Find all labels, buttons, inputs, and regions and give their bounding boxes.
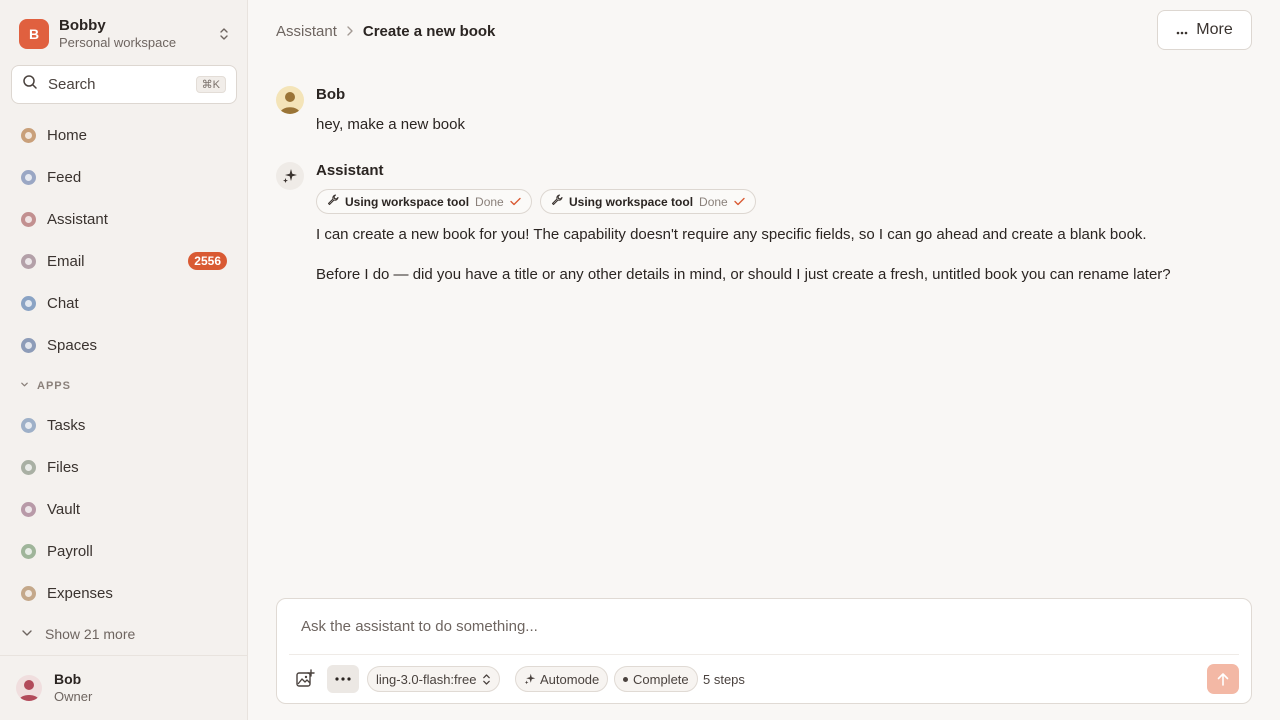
automode-label: Automode xyxy=(540,671,600,687)
arrow-up-icon xyxy=(1217,672,1229,686)
wrench-icon xyxy=(551,194,563,209)
status-dot-icon xyxy=(623,676,628,682)
workspace-name: Bobby xyxy=(59,17,106,35)
assistant-message-paragraph: Before I do — did you have a title or an… xyxy=(316,266,1171,283)
user-avatar xyxy=(16,675,42,701)
tool-call-status: Done xyxy=(475,194,504,209)
sidebar: B Bobby Personal workspace Search ⌘K Hom… xyxy=(0,0,248,720)
files-icon xyxy=(21,459,36,475)
user-message-author: Bob xyxy=(316,86,346,103)
sidebar-item-label: Chat xyxy=(47,294,79,312)
chevron-up-down-icon[interactable] xyxy=(217,25,231,43)
sidebar-item-label: Assistant xyxy=(47,210,108,228)
chat-icon xyxy=(21,295,36,311)
apps-section-label: APPS xyxy=(37,380,71,392)
sidebar-item-home[interactable]: Home xyxy=(12,118,236,152)
sparkle-icon xyxy=(276,162,304,190)
more-options-icon[interactable] xyxy=(327,665,359,693)
feed-icon xyxy=(21,169,36,185)
search-input[interactable]: Search ⌘K xyxy=(11,65,237,104)
search-label: Search xyxy=(48,76,96,93)
sidebar-item-label: Expenses xyxy=(47,584,113,602)
payroll-icon xyxy=(21,543,36,559)
automode-toggle[interactable]: Automode xyxy=(515,666,609,692)
user-role: Owner xyxy=(54,688,93,704)
complete-status-pill[interactable]: Complete xyxy=(614,666,698,692)
composer-divider xyxy=(289,654,1239,655)
sidebar-item-vault[interactable]: Vault xyxy=(12,492,236,526)
email-count-badge: 2556 xyxy=(188,252,227,270)
tool-call-chip[interactable]: Using workspace tool Done xyxy=(316,189,532,214)
more-button[interactable]: More xyxy=(1157,10,1252,50)
composer: Ask the assistant to do something... lin… xyxy=(276,598,1252,704)
complete-label: Complete xyxy=(633,671,689,687)
sidebar-item-assistant[interactable]: Assistant xyxy=(12,202,236,236)
sidebar-item-spaces[interactable]: Spaces xyxy=(12,328,236,362)
sidebar-item-payroll[interactable]: Payroll xyxy=(12,534,236,568)
breadcrumb-current: Create a new book xyxy=(362,22,496,40)
sidebar-item-feed[interactable]: Feed xyxy=(12,160,236,194)
wrench-icon xyxy=(327,194,339,209)
tool-call-label: Using workspace tool xyxy=(345,194,470,209)
breadcrumb: Assistant Create a new book xyxy=(276,20,495,42)
steps-count: 5 steps xyxy=(703,672,745,687)
check-icon xyxy=(734,195,745,209)
show-more-label: Show 21 more xyxy=(45,626,136,642)
composer-input[interactable]: Ask the assistant to do something... xyxy=(301,618,538,635)
sidebar-item-files[interactable]: Files xyxy=(12,450,236,484)
sidebar-item-email[interactable]: Email 2556 xyxy=(12,244,236,278)
sidebar-item-tasks[interactable]: Tasks xyxy=(12,408,236,442)
tool-call-label: Using workspace tool xyxy=(569,194,694,209)
user-menu[interactable]: Bob Owner xyxy=(0,655,248,720)
sidebar-item-expenses[interactable]: Expenses xyxy=(12,576,236,610)
add-image-icon[interactable] xyxy=(293,665,317,693)
more-dots-icon xyxy=(1176,22,1188,38)
user-name: Bob xyxy=(54,671,82,688)
home-icon xyxy=(21,127,36,143)
user-message-text: hey, make a new book xyxy=(316,116,465,133)
sidebar-item-label: Tasks xyxy=(47,416,86,434)
workspace-switcher[interactable]: B Bobby Personal workspace xyxy=(19,17,231,51)
chevron-down-icon xyxy=(20,380,29,392)
user-info: Bob Owner xyxy=(54,671,92,705)
sidebar-item-label: Feed xyxy=(47,168,82,186)
chevron-up-down-icon xyxy=(482,673,491,686)
expenses-icon xyxy=(21,585,36,601)
apps-section-toggle[interactable]: APPS xyxy=(20,380,71,392)
tool-call-status: Done xyxy=(699,194,728,209)
sidebar-item-label: Files xyxy=(47,458,79,476)
sidebar-item-label: Spaces xyxy=(47,336,98,354)
spaces-icon xyxy=(21,337,36,353)
chevron-right-icon xyxy=(346,24,354,39)
email-icon xyxy=(21,253,36,269)
breadcrumb-parent-link[interactable]: Assistant xyxy=(276,23,337,40)
send-button[interactable] xyxy=(1207,664,1239,694)
workspace-subtitle: Personal workspace xyxy=(59,35,177,51)
assistant-message-paragraph: I can create a new book for you! The cap… xyxy=(316,226,1147,243)
user-message-avatar xyxy=(276,86,304,114)
assistant-message-author: Assistant xyxy=(316,162,384,179)
model-select-value: ling-3.0-flash:free xyxy=(376,671,477,687)
show-more-button[interactable]: Show 21 more xyxy=(21,626,135,642)
workspace-info: Bobby Personal workspace xyxy=(59,17,217,51)
sparkle-icon xyxy=(524,673,536,685)
sidebar-item-label: Email xyxy=(47,252,85,270)
sidebar-item-label: Payroll xyxy=(47,542,93,560)
search-shortcut: ⌘K xyxy=(195,76,226,93)
sidebar-item-chat[interactable]: Chat xyxy=(12,286,236,320)
more-button-label: More xyxy=(1196,21,1233,38)
sidebar-item-label: Home xyxy=(47,126,88,144)
check-icon xyxy=(510,195,521,209)
sidebar-item-label: Vault xyxy=(47,500,81,518)
workspace-avatar: B xyxy=(19,19,49,49)
tasks-icon xyxy=(21,417,36,433)
vault-icon xyxy=(21,501,36,517)
model-select[interactable]: ling-3.0-flash:free xyxy=(367,666,501,692)
search-icon xyxy=(22,74,38,95)
tool-call-chip[interactable]: Using workspace tool Done xyxy=(540,189,756,214)
chevron-down-icon xyxy=(21,626,33,642)
assistant-icon xyxy=(21,211,36,227)
